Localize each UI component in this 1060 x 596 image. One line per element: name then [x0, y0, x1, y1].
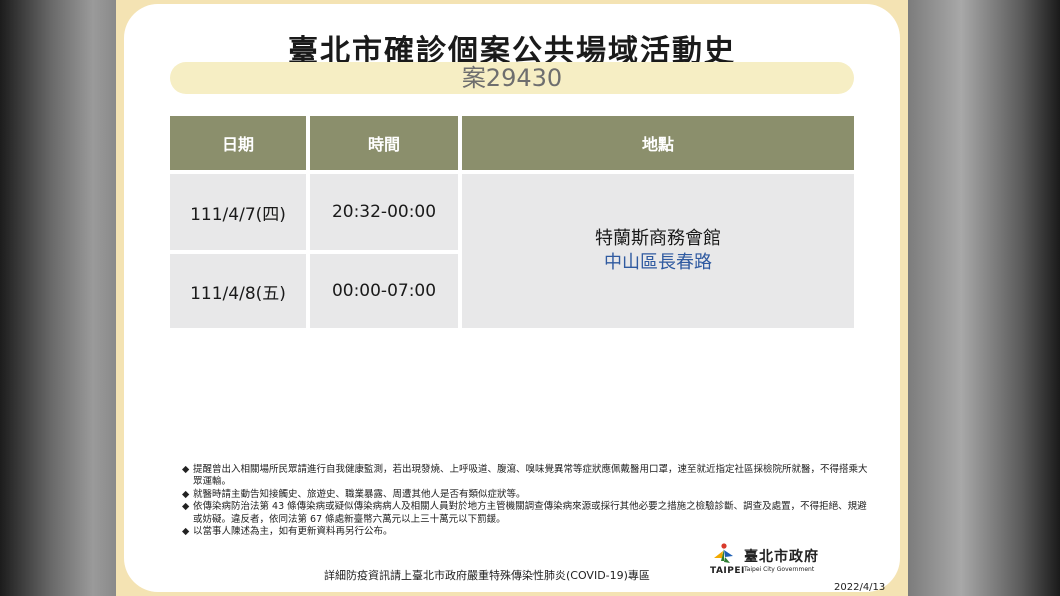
note-item: ◆ 就醫時請主動告知接觸史、旅遊史、職業暴露、周遭其他人是否有類似症狀等。 — [182, 489, 872, 501]
taipei-government-logo: TAIPEI 臺北市政府 Taipei City Government — [710, 542, 830, 580]
notice-panel: 臺北市確診個案公共場域活動史 案29430 日期 時間 地點 111/4/7(四… — [124, 4, 900, 593]
table-cell-date-row2: 111/4/8(五) — [170, 254, 306, 328]
table-header-place: 地點 — [462, 116, 854, 170]
table-cell-date-row1: 111/4/7(四) — [170, 174, 306, 250]
diamond-bullet-icon: ◆ — [182, 488, 190, 500]
footer-info-text: 詳細防疫資訊請上臺北市政府嚴重特殊傳染性肺炎(COVID-19)專區 — [324, 569, 650, 582]
note-item: ◆ 提醒曾出入相關場所民眾請進行自我健康監測，若出現發燒、上呼吸道、腹瀉、嗅味覺… — [182, 464, 872, 489]
note-item: ◆ 以當事人陳述為主，如有更新資料再另行公布。 — [182, 526, 872, 538]
notes-list: ◆ 提醒曾出入相關場所民眾請進行自我健康監測，若出現發燒、上呼吸道、腹瀉、嗅味覺… — [182, 464, 872, 538]
notice-frame: 臺北市確診個案公共場域活動史 案29430 日期 時間 地點 111/4/7(四… — [116, 0, 908, 596]
logo-english-name: Taipei City Government — [744, 566, 815, 573]
note-text: 以當事人陳述為主，如有更新資料再另行公布。 — [193, 526, 393, 538]
table-header-time: 時間 — [310, 116, 458, 170]
table-header-date: 日期 — [170, 116, 306, 170]
logo-chinese-name: 臺北市政府 — [744, 549, 819, 565]
table-cell-place: 特蘭斯商務會館 中山區長春路 — [462, 174, 854, 328]
taipei-logo-mark-icon — [714, 543, 733, 563]
left-background-strip — [0, 0, 116, 596]
diamond-bullet-icon: ◆ — [182, 526, 190, 538]
place-name: 特蘭斯商務會館 — [595, 228, 721, 249]
note-text: 依傳染病防治法第 43 條傳染病或疑似傳染病病人及相關人員對於地方主管機關調查傳… — [193, 501, 867, 525]
place-district: 中山區長春路 — [604, 252, 712, 273]
right-background-strip — [908, 0, 1060, 596]
case-label: 案29430 — [461, 64, 563, 92]
note-text: 就醫時請主動告知接觸史、旅遊史、職業暴露、周遭其他人是否有類似症狀等。 — [193, 488, 526, 500]
diamond-bullet-icon: ◆ — [182, 501, 190, 513]
publish-date: 2022/4/13 — [834, 582, 886, 593]
table-cell-time-row2: 00:00-07:00 — [310, 254, 458, 328]
note-text: 提醒曾出入相關場所民眾請進行自我健康監測，若出現發燒、上呼吸道、腹瀉、嗅味覺異常… — [193, 464, 868, 488]
diamond-bullet-icon: ◆ — [182, 464, 190, 475]
table-cell-time-row1: 20:32-00:00 — [310, 174, 458, 250]
logo-taipei-wordmark: TAIPEI — [710, 566, 745, 576]
note-item: ◆ 依傳染病防治法第 43 條傳染病或疑似傳染病病人及相關人員對於地方主管機關調… — [182, 501, 872, 526]
